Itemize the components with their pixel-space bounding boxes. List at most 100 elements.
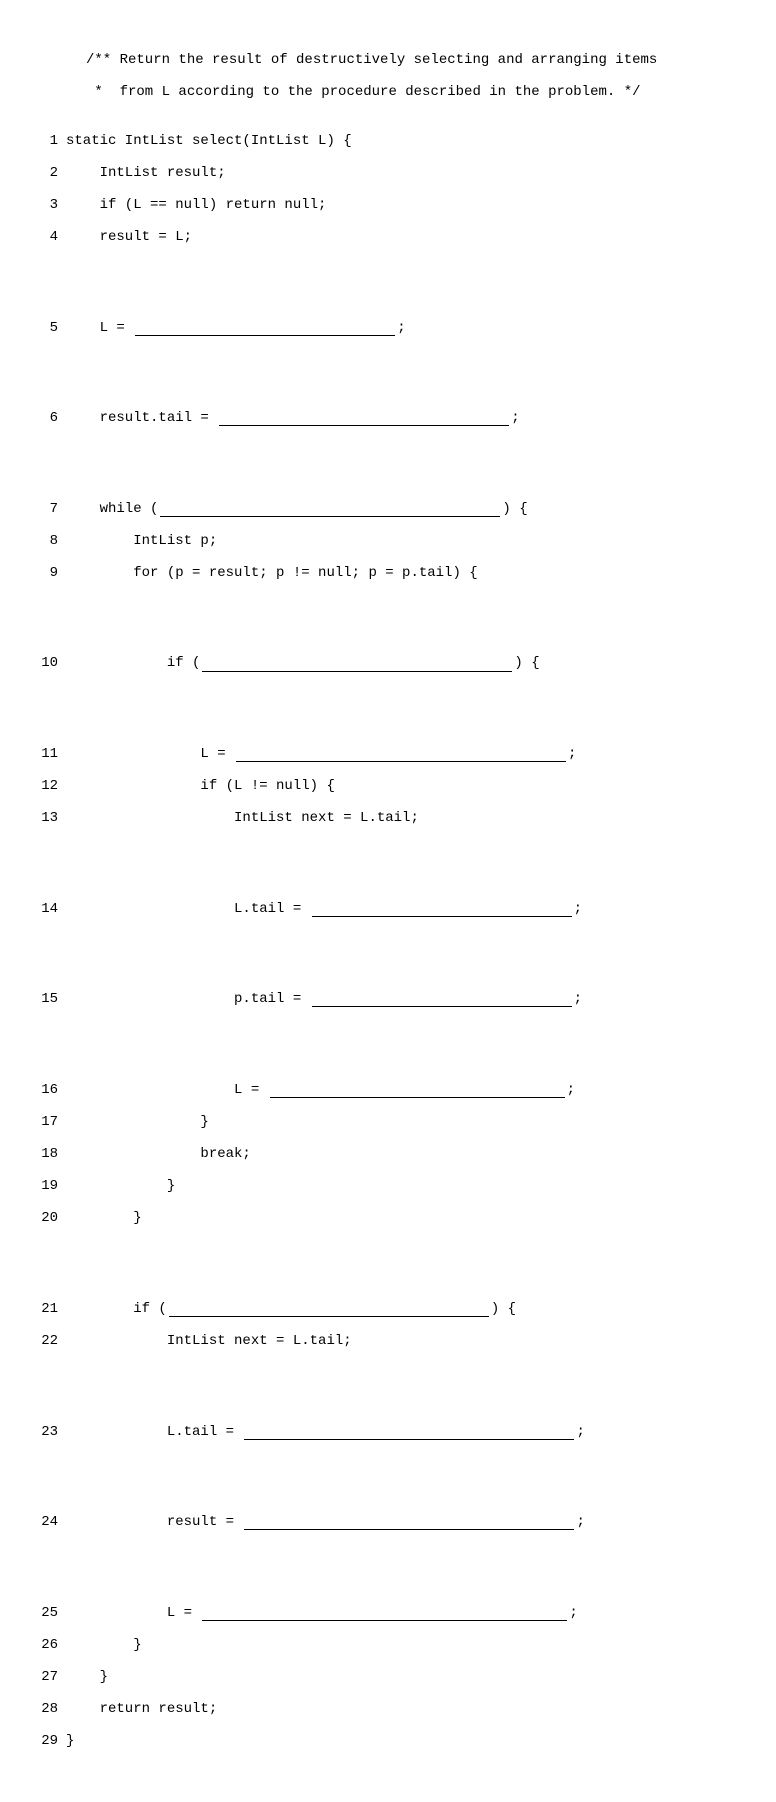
code-block: /** Return the result of destructively s…: [30, 20, 746, 1782]
code-pre: L =: [66, 1605, 200, 1621]
code-post: ) {: [491, 1301, 516, 1317]
code-text: break;: [66, 1146, 251, 1162]
code-line-6: 6 result.tail = ;: [30, 410, 746, 426]
code-text: }: [66, 1114, 209, 1130]
code-text: static IntList select(IntList L) {: [66, 133, 352, 149]
code-text: IntList next = L.tail;: [66, 810, 419, 826]
line-number: 4: [30, 229, 58, 245]
code-line-19: 19 }: [30, 1178, 746, 1194]
comment-line-2: * from L according to the procedure desc…: [86, 84, 746, 100]
code-pre: if (: [66, 1301, 167, 1317]
code-text: result.tail = ;: [66, 410, 520, 426]
line-number: 10: [30, 655, 58, 671]
code-line-15: 15 p.tail = ;: [30, 991, 746, 1007]
code-line-22: 22 IntList next = L.tail;: [30, 1333, 746, 1349]
fill-blank[interactable]: [312, 902, 572, 917]
code-pre: L =: [66, 320, 133, 336]
line-number: 19: [30, 1178, 58, 1194]
line-number: 28: [30, 1701, 58, 1717]
line-number: 11: [30, 746, 58, 762]
code-text: L = ;: [66, 1605, 578, 1621]
code-line-18: 18 break;: [30, 1146, 746, 1162]
fill-blank[interactable]: [244, 1515, 574, 1530]
code-post: ) {: [502, 501, 527, 517]
line-number: 15: [30, 991, 58, 1007]
fill-blank[interactable]: [236, 747, 566, 762]
code-line-7: 7 while () {: [30, 501, 746, 517]
code-line-27: 27 }: [30, 1669, 746, 1685]
code-line-2: 2 IntList result;: [30, 165, 746, 181]
code-line-16: 16 L = ;: [30, 1082, 746, 1098]
code-post: ;: [576, 1424, 584, 1440]
line-number: 25: [30, 1605, 58, 1621]
code-text: }: [66, 1178, 175, 1194]
code-pre: p.tail =: [66, 991, 310, 1007]
code-line-26: 26 }: [30, 1637, 746, 1653]
code-text: if ( ) {: [66, 1301, 516, 1317]
code-line-24: 24 result = ;: [30, 1514, 746, 1530]
fill-blank[interactable]: [169, 1302, 489, 1317]
fill-blank[interactable]: [270, 1083, 565, 1098]
fill-blank[interactable]: [202, 1606, 567, 1621]
code-line-9: 9 for (p = result; p != null; p = p.tail…: [30, 565, 746, 581]
line-number: 5: [30, 320, 58, 336]
code-line-5: 5 L = ;: [30, 320, 746, 336]
code-line-21: 21 if () {: [30, 1301, 746, 1317]
code-post: ;: [397, 320, 405, 336]
code-post: ;: [574, 901, 582, 917]
code-post: ) {: [514, 655, 539, 671]
code-text: L.tail = ;: [66, 901, 582, 917]
fill-blank[interactable]: [219, 411, 509, 426]
code-text: }: [66, 1210, 142, 1226]
fill-blank[interactable]: [160, 502, 500, 517]
code-text: L.tail = ;: [66, 1424, 585, 1440]
code-text: }: [66, 1733, 74, 1749]
code-post: ;: [574, 991, 582, 1007]
code-text: }: [66, 1637, 142, 1653]
fill-blank[interactable]: [312, 992, 572, 1007]
fill-blank[interactable]: [244, 1425, 574, 1440]
code-line-20: 20 }: [30, 1210, 746, 1226]
code-text: return result;: [66, 1701, 217, 1717]
code-text: if (L != null) {: [66, 778, 335, 794]
code-line-3: 3 if (L == null) return null;: [30, 197, 746, 213]
code-pre: result =: [66, 1514, 242, 1530]
line-number: 18: [30, 1146, 58, 1162]
line-number: 9: [30, 565, 58, 581]
code-line-14: 14 L.tail = ;: [30, 901, 746, 917]
line-number: 22: [30, 1333, 58, 1349]
code-line-8: 8 IntList p;: [30, 533, 746, 549]
code-line-29: 29}: [30, 1733, 746, 1749]
code-pre: L =: [66, 746, 234, 762]
code-text: result = ;: [66, 1514, 585, 1530]
comment-line-1: /** Return the result of destructively s…: [86, 52, 746, 68]
line-number: 6: [30, 410, 58, 426]
code-post: ;: [568, 746, 576, 762]
code-pre: while (: [66, 501, 158, 517]
code-line-25: 25 L = ;: [30, 1605, 746, 1621]
code-text: IntList p;: [66, 533, 217, 549]
code-pre: L =: [66, 1082, 268, 1098]
line-number: 26: [30, 1637, 58, 1653]
code-line-28: 28 return result;: [30, 1701, 746, 1717]
code-line-13: 13 IntList next = L.tail;: [30, 810, 746, 826]
fill-blank[interactable]: [202, 657, 512, 672]
code-text: IntList result;: [66, 165, 226, 181]
code-post: ;: [567, 1082, 575, 1098]
code-text: L = ;: [66, 1082, 575, 1098]
code-text: IntList next = L.tail;: [66, 1333, 352, 1349]
line-number: 27: [30, 1669, 58, 1685]
code-text: }: [66, 1669, 108, 1685]
code-post: ;: [511, 410, 519, 426]
code-line-23: 23 L.tail = ;: [30, 1424, 746, 1440]
code-post: ;: [569, 1605, 577, 1621]
line-number: 2: [30, 165, 58, 181]
line-number: 29: [30, 1733, 58, 1749]
line-number: 13: [30, 810, 58, 826]
line-number: 23: [30, 1424, 58, 1440]
code-post: ;: [576, 1514, 584, 1530]
code-text: L = ;: [66, 746, 576, 762]
code-pre: L.tail =: [66, 1424, 242, 1440]
fill-blank[interactable]: [135, 321, 395, 336]
line-number: 24: [30, 1514, 58, 1530]
